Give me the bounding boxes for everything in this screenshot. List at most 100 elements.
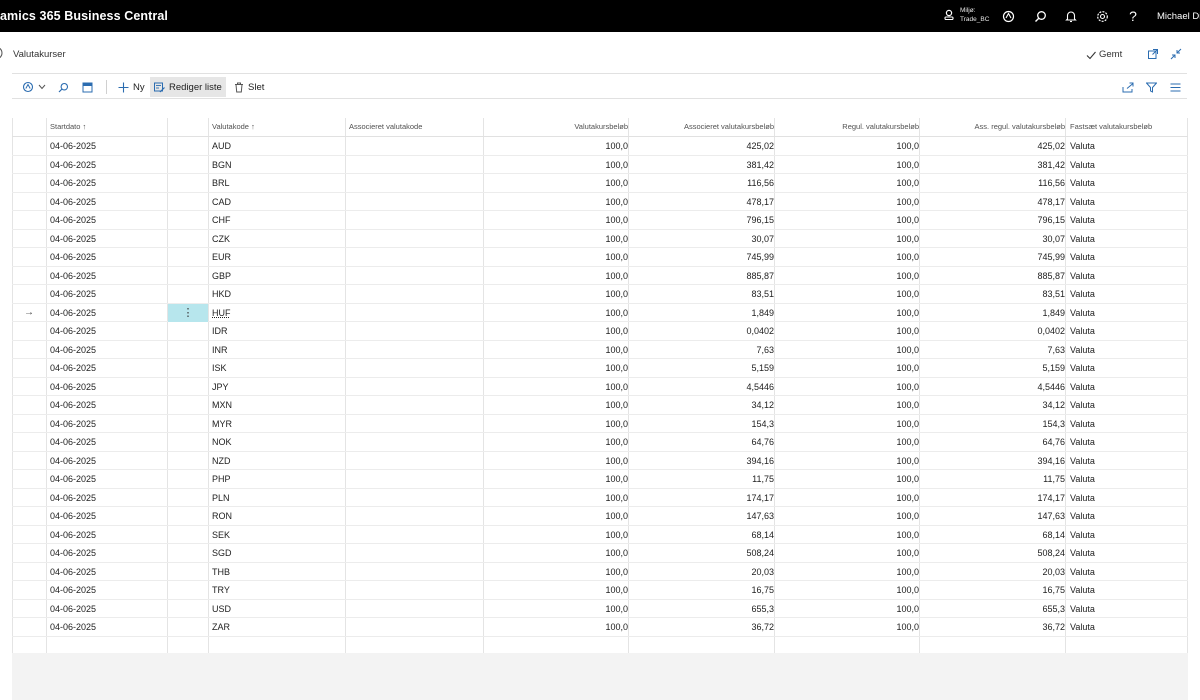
cell-assoc-exchange-rate-amount[interactable]: 1,849 <box>751 304 774 322</box>
cell-adj-exchange-rate-amount[interactable]: 100,0 <box>896 618 919 636</box>
list-view-button[interactable] <box>78 77 97 97</box>
cell-adj-exchange-rate-amount[interactable]: 100,0 <box>896 193 919 211</box>
cell-currency-code[interactable]: MXN <box>212 396 232 414</box>
cell-assoc-exchange-rate-amount[interactable]: 147,63 <box>746 507 774 525</box>
cell-fix-exchange-rate-amount[interactable]: Valuta <box>1070 415 1095 433</box>
cell-assoc-adj-exchange-rate-amount[interactable]: 796,15 <box>1037 211 1065 229</box>
table-row[interactable]: 04-06-2025 CHF 100,0 796,15 100,0 796,15 Valut… <box>12 211 1188 230</box>
table-row[interactable]: 04-06-2025 NZD 100,0 394,16 100,0 394,16 Valut… <box>12 452 1188 470</box>
cell-start-date[interactable]: 04-06-2025 <box>50 193 96 211</box>
cell-fix-exchange-rate-amount[interactable]: Valuta <box>1070 581 1095 599</box>
cell-start-date[interactable]: 04-06-2025 <box>50 526 96 544</box>
open-new-window-icon[interactable] <box>1145 46 1161 62</box>
table-row[interactable]: 04-06-2025 CZK 100,0 30,07 100,0 30,07 Valuta <box>12 230 1188 248</box>
cell-start-date[interactable]: 04-06-2025 <box>50 248 96 266</box>
cell-exchange-rate-amount[interactable]: 100,0 <box>605 211 628 229</box>
cell-start-date[interactable]: 04-06-2025 <box>50 544 96 562</box>
cell-adj-exchange-rate-amount[interactable]: 100,0 <box>896 415 919 433</box>
col-header-assoc-currency-code[interactable]: Associeret valutakode <box>349 122 422 131</box>
cell-fix-exchange-rate-amount[interactable]: Valuta <box>1070 156 1095 174</box>
col-header-fix-exchange-rate-amount[interactable]: Fastsæt valutakursbeløb <box>1070 122 1152 131</box>
cell-assoc-adj-exchange-rate-amount[interactable]: 4,5446 <box>1037 378 1065 396</box>
cell-assoc-adj-exchange-rate-amount[interactable]: 745,99 <box>1037 248 1065 266</box>
cell-assoc-adj-exchange-rate-amount[interactable]: 394,16 <box>1037 452 1065 470</box>
cell-currency-code[interactable]: CAD <box>212 193 231 211</box>
cell-adj-exchange-rate-amount[interactable]: 100,0 <box>896 322 919 340</box>
cell-assoc-exchange-rate-amount[interactable]: 381,42 <box>746 156 774 174</box>
cell-assoc-exchange-rate-amount[interactable]: 174,17 <box>746 489 774 507</box>
cell-assoc-exchange-rate-amount[interactable]: 64,76 <box>751 433 774 451</box>
cell-fix-exchange-rate-amount[interactable]: Valuta <box>1070 304 1095 322</box>
cell-start-date[interactable]: 04-06-2025 <box>50 341 96 359</box>
cell-start-date[interactable]: 04-06-2025 <box>50 489 96 507</box>
cell-exchange-rate-amount[interactable]: 100,0 <box>605 304 628 322</box>
cell-exchange-rate-amount[interactable]: 100,0 <box>605 544 628 562</box>
copilot-icon[interactable] <box>1000 8 1016 24</box>
cell-adj-exchange-rate-amount[interactable]: 100,0 <box>896 396 919 414</box>
col-header-start-date[interactable]: Startdato ↑ <box>50 122 86 131</box>
cell-currency-code[interactable]: CZK <box>212 230 230 248</box>
cell-start-date[interactable]: 04-06-2025 <box>50 378 96 396</box>
cell-adj-exchange-rate-amount[interactable]: 100,0 <box>896 544 919 562</box>
cell-start-date[interactable]: 04-06-2025 <box>50 211 96 229</box>
cell-assoc-exchange-rate-amount[interactable]: 16,75 <box>751 581 774 599</box>
cell-adj-exchange-rate-amount[interactable]: 100,0 <box>896 581 919 599</box>
cell-currency-code[interactable]: USD <box>212 600 231 618</box>
cell-assoc-exchange-rate-amount[interactable]: 425,02 <box>746 137 774 155</box>
table-row[interactable]: 04-06-2025 TRY 100,0 16,75 100,0 16,75 Valuta <box>12 581 1188 600</box>
cell-adj-exchange-rate-amount[interactable]: 100,0 <box>896 378 919 396</box>
cell-currency-code[interactable]: PHP <box>212 470 231 488</box>
cell-assoc-adj-exchange-rate-amount[interactable]: 16,75 <box>1042 581 1065 599</box>
cell-currency-code[interactable]: BRL <box>212 174 230 192</box>
table-row[interactable]: 04-06-2025 THB 100,0 20,03 100,0 20,03 Valuta <box>12 563 1188 581</box>
cell-fix-exchange-rate-amount[interactable]: Valuta <box>1070 452 1095 470</box>
cell-start-date[interactable]: 04-06-2025 <box>50 452 96 470</box>
edit-list-button[interactable]: Rediger liste <box>150 77 226 97</box>
cell-adj-exchange-rate-amount[interactable]: 100,0 <box>896 507 919 525</box>
cell-exchange-rate-amount[interactable]: 100,0 <box>605 137 628 155</box>
cell-fix-exchange-rate-amount[interactable]: Valuta <box>1070 211 1095 229</box>
table-row[interactable]: 04-06-2025 PHP 100,0 11,75 100,0 11,75 Valuta <box>12 470 1188 489</box>
table-row[interactable]: 04-06-2025 CAD 100,0 478,17 100,0 478,17 Valut… <box>12 193 1188 211</box>
cell-fix-exchange-rate-amount[interactable]: Valuta <box>1070 174 1095 192</box>
cell-start-date[interactable]: 04-06-2025 <box>50 230 96 248</box>
cell-exchange-rate-amount[interactable]: 100,0 <box>605 156 628 174</box>
cell-start-date[interactable]: 04-06-2025 <box>50 470 96 488</box>
cell-fix-exchange-rate-amount[interactable]: Valuta <box>1070 378 1095 396</box>
cell-currency-code[interactable]: GBP <box>212 267 231 285</box>
copilot-menu-button[interactable] <box>18 77 50 97</box>
cell-currency-code[interactable]: TRY <box>212 581 230 599</box>
cell-assoc-adj-exchange-rate-amount[interactable]: 34,12 <box>1042 396 1065 414</box>
cell-fix-exchange-rate-amount[interactable]: Valuta <box>1070 267 1095 285</box>
cell-currency-code[interactable]: ISK <box>212 359 227 377</box>
cell-currency-code[interactable]: NZD <box>212 452 231 470</box>
cell-start-date[interactable]: 04-06-2025 <box>50 285 96 303</box>
col-header-assoc-adj-exchange-rate-amount[interactable]: Ass. regul. valutakursbeløb <box>975 122 1065 131</box>
table-row[interactable]: 04-06-2025 EUR 100,0 745,99 100,0 745,99 Valut… <box>12 248 1188 267</box>
cell-currency-code[interactable]: JPY <box>212 378 229 396</box>
cell-currency-code[interactable]: PLN <box>212 489 230 507</box>
cell-assoc-adj-exchange-rate-amount[interactable]: 154,3 <box>1042 415 1065 433</box>
cell-exchange-rate-amount[interactable]: 100,0 <box>605 489 628 507</box>
cell-start-date[interactable]: 04-06-2025 <box>50 415 96 433</box>
cell-assoc-adj-exchange-rate-amount[interactable]: 68,14 <box>1042 526 1065 544</box>
cell-assoc-exchange-rate-amount[interactable]: 508,24 <box>746 544 774 562</box>
cell-start-date[interactable]: 04-06-2025 <box>50 137 96 155</box>
cell-start-date[interactable]: 04-06-2025 <box>50 507 96 525</box>
help-icon[interactable]: ? <box>1125 8 1141 24</box>
cell-start-date[interactable]: 04-06-2025 <box>50 322 96 340</box>
cell-exchange-rate-amount[interactable]: 100,0 <box>605 415 628 433</box>
cell-assoc-exchange-rate-amount[interactable]: 11,75 <box>752 470 774 488</box>
cell-exchange-rate-amount[interactable]: 100,0 <box>605 600 628 618</box>
cell-fix-exchange-rate-amount[interactable]: Valuta <box>1070 322 1095 340</box>
cell-assoc-adj-exchange-rate-amount[interactable]: 174,17 <box>1037 489 1065 507</box>
cell-exchange-rate-amount[interactable]: 100,0 <box>605 341 628 359</box>
search-button[interactable] <box>54 77 73 97</box>
table-row[interactable]: 04-06-2025 HKD 100,0 83,51 100,0 83,51 Valuta <box>12 285 1188 304</box>
cell-assoc-adj-exchange-rate-amount[interactable]: 116,56 <box>1038 174 1065 192</box>
cell-assoc-adj-exchange-rate-amount[interactable]: 5,159 <box>1042 359 1065 377</box>
cell-fix-exchange-rate-amount[interactable]: Valuta <box>1070 341 1095 359</box>
cell-currency-code[interactable]: SEK <box>212 526 230 544</box>
cell-assoc-exchange-rate-amount[interactable]: 4,5446 <box>746 378 774 396</box>
cell-exchange-rate-amount[interactable]: 100,0 <box>605 618 628 636</box>
